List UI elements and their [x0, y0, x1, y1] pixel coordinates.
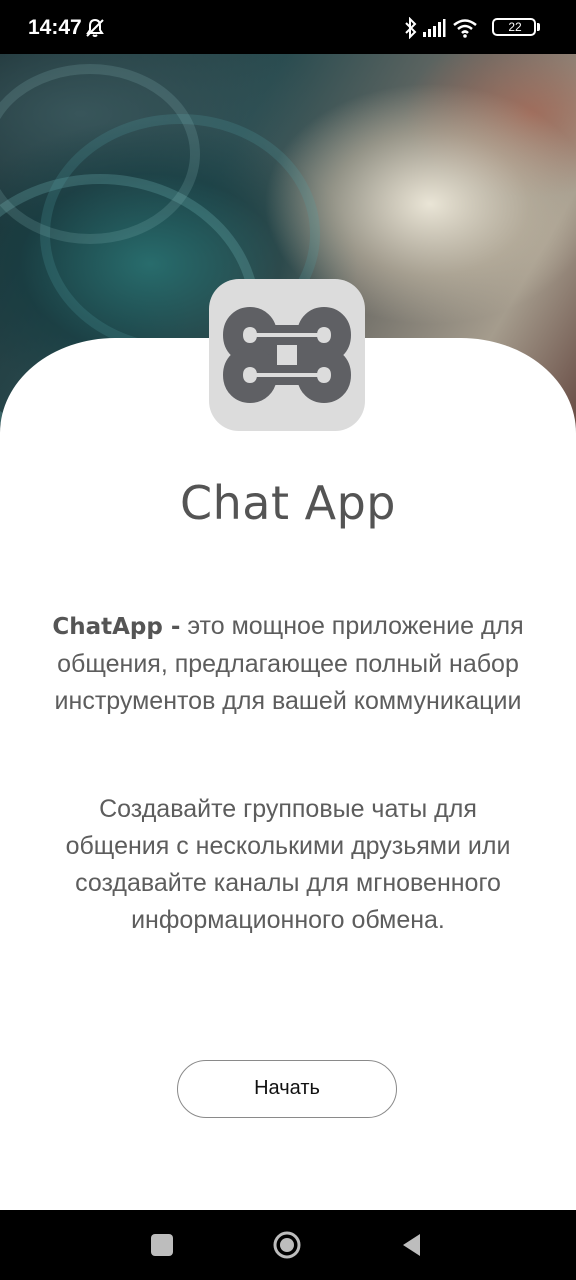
app-description: ChatApp - это мощное приложение для обще… [48, 608, 528, 720]
signal-icon [423, 19, 446, 37]
bluetooth-icon [405, 17, 417, 39]
home-icon[interactable] [273, 1231, 301, 1259]
battery-level: 22 [508, 20, 522, 34]
wifi-icon [453, 19, 477, 38]
brand-name: ChatApp - [52, 614, 181, 640]
back-icon[interactable] [400, 1232, 424, 1258]
status-time: 14:47 [28, 16, 82, 39]
start-button[interactable]: Начать [177, 1060, 397, 1118]
recents-icon[interactable] [151, 1234, 173, 1256]
app-logo-icon [209, 279, 365, 431]
features-description: Создавайте групповые чаты для общения с … [65, 795, 511, 934]
mute-icon [86, 18, 104, 37]
battery-icon: 22 [492, 17, 544, 37]
app-title: Chat App [180, 476, 396, 530]
status-bar: 14:47 22 [0, 0, 576, 54]
navigation-bar [0, 1210, 576, 1280]
